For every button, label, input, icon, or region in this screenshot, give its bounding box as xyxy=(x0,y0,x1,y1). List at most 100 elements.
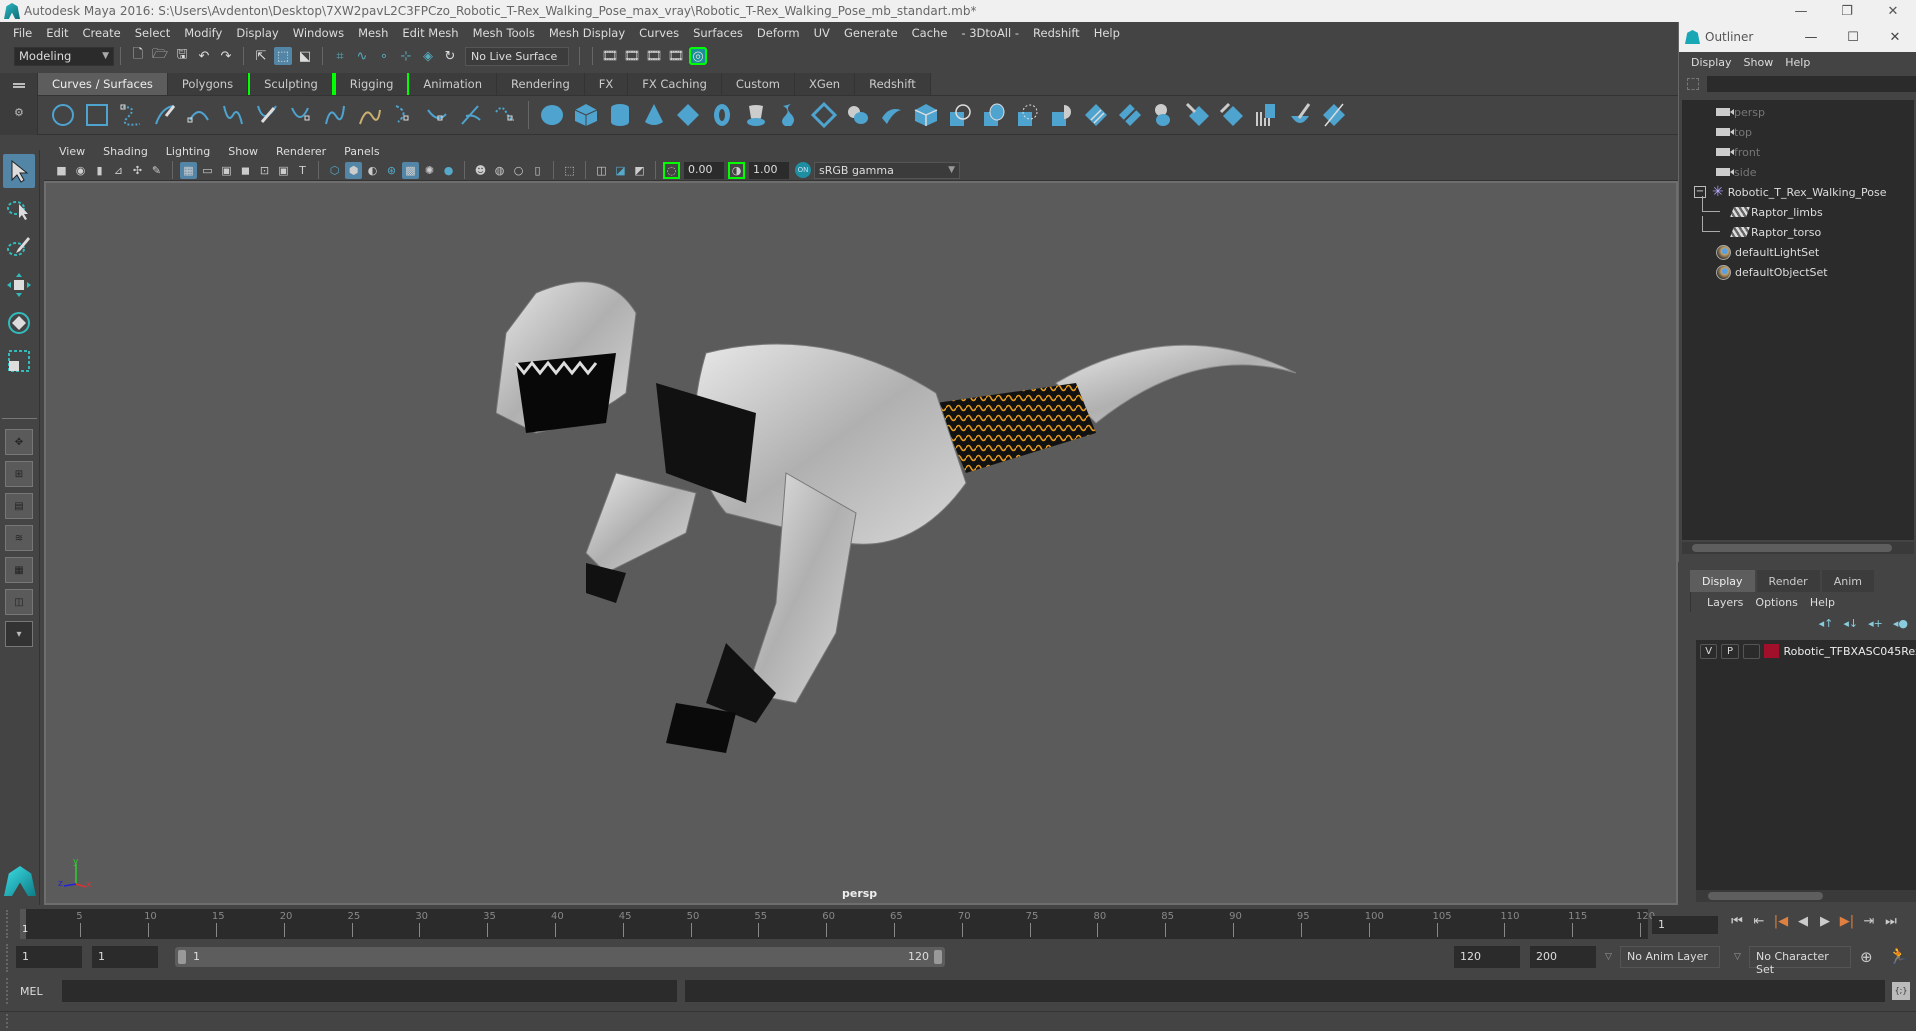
shelf-tab-redshift[interactable]: Redshift xyxy=(855,73,931,95)
go-to-start-button[interactable]: ⏮ xyxy=(1728,914,1746,934)
menu-generate[interactable]: Generate xyxy=(837,26,905,40)
wireframe-icon[interactable]: ⬡ xyxy=(326,162,343,179)
filter-icon[interactable] xyxy=(1687,78,1699,90)
outliner-item-top[interactable]: top xyxy=(1682,122,1914,142)
single-perspective-layout-icon[interactable]: ✥ xyxy=(5,429,33,455)
2d-pan-zoom-icon[interactable]: ✣ xyxy=(129,162,146,179)
scrollbar-thumb[interactable] xyxy=(1708,892,1823,900)
outliner-item-raptor-torso[interactable]: Raptor_torso xyxy=(1682,216,1914,242)
persp-graph-layout-icon[interactable]: ≋ xyxy=(5,525,33,551)
bezier-curve-icon[interactable] xyxy=(218,100,248,130)
layer-tab-anim[interactable]: Anim xyxy=(1821,570,1874,592)
shelf-tab-rendering[interactable]: Rendering xyxy=(497,73,585,95)
revolve-icon[interactable] xyxy=(741,100,771,130)
ep-curve-icon[interactable] xyxy=(252,100,282,130)
shelf-settings-icon[interactable]: ⚙ xyxy=(14,106,37,119)
grease-pencil-icon[interactable]: ✎ xyxy=(148,162,165,179)
persp-hypershade-layout-icon[interactable]: ▦ xyxy=(5,557,33,583)
wireframe-on-shaded-icon[interactable]: ◐ xyxy=(364,162,381,179)
planar-icon[interactable] xyxy=(809,100,839,130)
use-all-lights-icon[interactable]: ✺ xyxy=(421,162,438,179)
shelf-tab-fx[interactable]: FX xyxy=(584,73,629,95)
live-surface-field[interactable]: No Live Surface xyxy=(465,46,569,66)
rebuild-surface-icon[interactable] xyxy=(1285,100,1315,130)
layer-display-type-toggle[interactable] xyxy=(1742,643,1761,659)
image-plane-icon[interactable]: ⊿ xyxy=(110,162,127,179)
shelf-tab-animation[interactable]: Animation xyxy=(409,73,498,95)
select-component-icon[interactable]: ⬕ xyxy=(296,47,314,65)
outliner-menu-help[interactable]: Help xyxy=(1779,56,1816,69)
shelf-tab-sculpting[interactable]: Sculpting xyxy=(248,73,334,95)
menu-edit-mesh[interactable]: Edit Mesh xyxy=(395,26,465,40)
nurbs-plane-icon[interactable] xyxy=(673,100,703,130)
persp-outliner-layout-icon[interactable]: ▤ xyxy=(5,493,33,519)
layer-menu-layers[interactable]: Layers xyxy=(1701,596,1749,609)
outliner-item-persp[interactable]: persp xyxy=(1682,102,1914,122)
menu-display[interactable]: Display xyxy=(229,26,285,40)
nurbs-cylinder-icon[interactable] xyxy=(605,100,635,130)
screen-space-ao-icon[interactable]: ☻ xyxy=(472,162,489,179)
film-gate-icon[interactable]: ▭ xyxy=(199,162,216,179)
paint-select-tool-icon[interactable] xyxy=(3,230,35,264)
snap-view-icon[interactable]: ↻ xyxy=(441,47,459,65)
detach-surfaces-icon[interactable] xyxy=(1115,100,1145,130)
nurbs-cone-icon[interactable] xyxy=(639,100,669,130)
snap-point-icon[interactable]: ∘ xyxy=(375,47,393,65)
move-layer-up-icon[interactable]: ◂↑ xyxy=(1819,617,1834,630)
four-view-layout-icon[interactable]: ⊞ xyxy=(5,461,33,487)
timeline-grip[interactable] xyxy=(6,910,10,938)
script-language-toggle[interactable]: MEL xyxy=(20,985,43,998)
menu-mesh-tools[interactable]: Mesh Tools xyxy=(466,26,542,40)
move-layer-down-icon[interactable]: ◂↓ xyxy=(1843,617,1858,630)
field-chart-icon[interactable]: ⊡ xyxy=(256,162,273,179)
layer-tab-render[interactable]: Render xyxy=(1756,570,1820,592)
cv-curve-icon[interactable] xyxy=(116,100,146,130)
safe-action-icon[interactable]: ▣ xyxy=(275,162,292,179)
attach-curves-icon[interactable] xyxy=(320,100,350,130)
step-back-key-button[interactable]: ⇤ xyxy=(1750,914,1768,934)
arc-tool-icon[interactable] xyxy=(184,100,214,130)
scene-start-field[interactable]: 1 xyxy=(16,946,82,968)
panel-menu-renderer[interactable]: Renderer xyxy=(267,145,335,158)
outliner-item-defaultobjectset[interactable]: defaultObjectSet xyxy=(1682,262,1914,282)
layer-horizontal-scrollbar[interactable] xyxy=(1696,890,1916,902)
mode-selector[interactable]: Modeling ▼ xyxy=(14,46,114,66)
more-layouts-icon[interactable]: ▾ xyxy=(5,621,33,647)
ipr-render-icon[interactable]: 🎞 xyxy=(645,47,663,65)
shelf-tab-custom[interactable]: Custom xyxy=(721,73,795,95)
xray-active-icon[interactable]: ◪ xyxy=(612,162,629,179)
smooth-shade-icon[interactable]: ⬢ xyxy=(345,161,362,179)
scene-end-field[interactable]: 200 xyxy=(1530,946,1596,968)
resolution-gate-icon[interactable]: ▣ xyxy=(218,162,235,179)
move-tool-icon[interactable] xyxy=(3,268,35,302)
exposure-icon[interactable]: ◌ xyxy=(663,161,680,179)
panel-menu-show[interactable]: Show xyxy=(219,145,267,158)
shelf-tab-xgen[interactable]: XGen xyxy=(794,73,856,95)
nurbs-sphere-icon[interactable] xyxy=(537,100,567,130)
render-frame-icon[interactable]: 🎞 xyxy=(623,47,641,65)
depth-of-field-icon[interactable]: ▯ xyxy=(529,162,546,179)
panel-menu-shading[interactable]: Shading xyxy=(94,145,157,158)
shadows-icon[interactable]: ● xyxy=(440,162,457,179)
menu-curves[interactable]: Curves xyxy=(632,26,686,40)
select-hierarchy-icon[interactable]: ⇱ xyxy=(252,47,270,65)
character-set-field[interactable]: No Character Set xyxy=(1749,946,1851,976)
open-scene-icon[interactable]: 🗁 xyxy=(151,47,169,65)
rebuild-curve-icon[interactable] xyxy=(388,100,418,130)
outliner-minimize-button[interactable]: — xyxy=(1790,30,1832,45)
shelf-tab-rigging[interactable]: Rigging xyxy=(333,73,410,95)
scrollbar-thumb[interactable] xyxy=(1692,544,1892,552)
range-start-handle[interactable] xyxy=(178,950,186,964)
outliner-maximize-button[interactable]: ☐ xyxy=(1832,30,1874,45)
outliner-menu-display[interactable]: Display xyxy=(1685,56,1738,69)
scale-tool-icon[interactable] xyxy=(3,344,35,378)
extend-surface-icon[interactable] xyxy=(1251,100,1281,130)
menu-uv[interactable]: UV xyxy=(807,26,837,40)
extend-curve-icon[interactable] xyxy=(422,100,452,130)
outliner-close-button[interactable]: ✕ xyxy=(1874,30,1916,45)
layer-playback-toggle[interactable]: P xyxy=(1721,643,1739,659)
birail-icon[interactable] xyxy=(877,100,907,130)
insert-isoparm-icon[interactable] xyxy=(1217,100,1247,130)
menu-surfaces[interactable]: Surfaces xyxy=(686,26,750,40)
cut-curve-icon[interactable] xyxy=(490,100,520,130)
